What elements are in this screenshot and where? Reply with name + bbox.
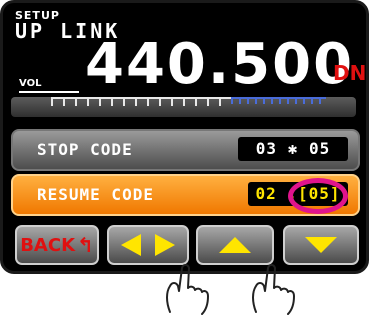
up-triangle-icon <box>219 237 251 253</box>
finger-tap-icon <box>166 264 209 315</box>
vol-label: VOL <box>19 78 42 89</box>
highlight-circle <box>288 178 348 214</box>
mode-badge: DN <box>333 61 367 85</box>
signal-meter <box>11 97 356 117</box>
resume-code-label: RESUME CODE <box>37 185 154 204</box>
meter-scale-high <box>231 97 326 104</box>
radio-screen: SETUP UP LINK VOL 440.500 DN STOP CODE 0… <box>0 0 369 274</box>
back-label: BACK <box>20 234 76 256</box>
back-button[interactable]: BACK ↰ <box>15 225 99 265</box>
finger-tap-icon <box>252 264 295 315</box>
down-triangle-icon <box>305 237 337 253</box>
stop-code-label: STOP CODE <box>37 140 133 159</box>
vol-underline <box>19 91 79 93</box>
back-arrow-icon: ↰ <box>77 233 94 257</box>
left-right-arrows-icon <box>121 234 175 256</box>
meter-scale <box>51 97 231 106</box>
stop-code-value: 03 ✱ 05 <box>238 137 348 161</box>
stop-code-row[interactable]: STOP CODE 03 ✱ 05 <box>11 129 360 171</box>
frequency-display: 440.500 <box>85 32 355 97</box>
